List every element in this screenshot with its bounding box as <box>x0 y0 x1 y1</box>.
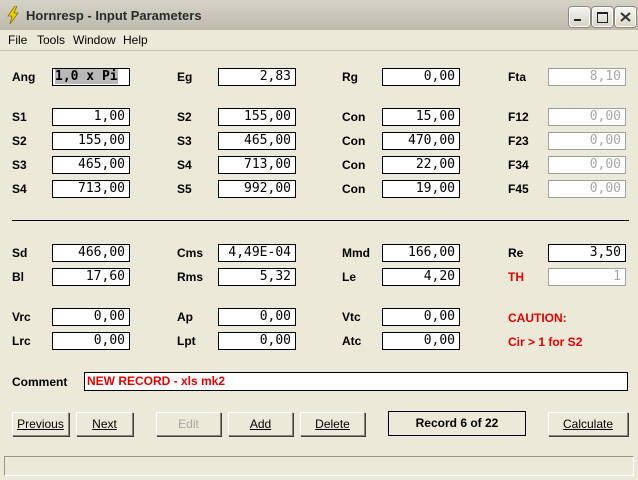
menu-bar: File Tools Window Help <box>0 30 638 51</box>
param-label-s5: S5 <box>177 182 192 196</box>
param-field-con[interactable]: 22,00 <box>382 156 460 174</box>
comment-field[interactable]: NEW RECORD - xls mk2 <box>84 372 628 391</box>
add-button[interactable]: Add <box>228 412 293 436</box>
param-label-s2: S2 <box>12 134 27 148</box>
param-field-s4[interactable]: 713,00 <box>52 180 130 198</box>
param-field-fta[interactable]: 8,10 <box>548 68 626 86</box>
status-bar <box>4 456 634 476</box>
lightning-bolt-icon <box>7 6 19 24</box>
param-label-cms: Cms <box>177 246 204 260</box>
menu-help[interactable]: Help <box>123 33 148 47</box>
param-field-atc[interactable]: 0,00 <box>382 332 460 350</box>
next-button[interactable]: Next <box>76 412 133 436</box>
param-field-f23[interactable]: 0,00 <box>548 132 626 150</box>
param-label-s4: S4 <box>177 158 192 172</box>
menu-file[interactable]: File <box>8 33 27 47</box>
param-field-bl[interactable]: 17,60 <box>52 268 130 286</box>
calculate-button[interactable]: Calculate <box>548 412 628 436</box>
param-label-f12: F12 <box>508 110 529 124</box>
param-field-re[interactable]: 3,50 <box>548 244 626 262</box>
param-field-s5[interactable]: 992,00 <box>218 180 296 198</box>
param-field-con[interactable]: 15,00 <box>382 108 460 126</box>
param-field-vtc[interactable]: 0,00 <box>382 308 460 326</box>
param-label-s4: S4 <box>12 182 27 196</box>
param-label-f23: F23 <box>508 134 529 148</box>
param-field-le[interactable]: 4,20 <box>382 268 460 286</box>
param-field-s1[interactable]: 1,00 <box>52 108 130 126</box>
param-field-selected-text: 1,0 x Pi <box>55 69 118 84</box>
param-label-f45: F45 <box>508 182 529 196</box>
param-field-lpt[interactable]: 0,00 <box>218 332 296 350</box>
previous-button[interactable]: Previous <box>12 412 69 436</box>
param-field-ang[interactable]: 1,0 x Pi <box>52 68 130 86</box>
param-field-f34[interactable]: 0,00 <box>548 156 626 174</box>
param-field-s4[interactable]: 713,00 <box>218 156 296 174</box>
param-label-con: Con <box>342 158 366 172</box>
param-label-bl: Bl <box>12 270 24 284</box>
param-label-f34: F34 <box>508 158 529 172</box>
menu-window[interactable]: Window <box>73 33 116 47</box>
edit-button[interactable]: Edit <box>156 412 221 436</box>
title-bar: Hornresp - Input Parameters <box>0 0 638 31</box>
param-field-mmd[interactable]: 166,00 <box>382 244 460 262</box>
param-field-eg[interactable]: 2,83 <box>218 68 296 86</box>
param-label-s1: S1 <box>12 110 27 124</box>
param-field-s2[interactable]: 155,00 <box>218 108 296 126</box>
close-button[interactable] <box>615 7 636 27</box>
section-divider <box>12 220 629 221</box>
param-label-eg: Eg <box>177 70 193 84</box>
param-label-con: Con <box>342 182 366 196</box>
param-label-con: Con <box>342 134 366 148</box>
param-label-vrc: Vrc <box>12 310 31 324</box>
param-label-le: Le <box>342 270 357 284</box>
maximize-button[interactable] <box>592 7 613 27</box>
param-label-s2: S2 <box>177 110 192 124</box>
param-field-sd[interactable]: 466,00 <box>52 244 130 262</box>
maximize-icon <box>597 12 608 23</box>
delete-button[interactable]: Delete <box>300 412 365 436</box>
param-field-s2[interactable]: 155,00 <box>52 132 130 150</box>
param-label-rg: Rg <box>342 70 358 84</box>
caution-message: Cir > 1 for S2 <box>508 335 583 349</box>
param-field-th[interactable]: 1 <box>548 268 626 286</box>
param-field-con[interactable]: 470,00 <box>382 132 460 150</box>
close-icon <box>620 12 631 22</box>
param-label-lpt: Lpt <box>177 334 196 348</box>
param-field-lrc[interactable]: 0,00 <box>52 332 130 350</box>
param-label-mmd: Mmd <box>342 246 370 260</box>
param-label-rms: Rms <box>177 270 204 284</box>
param-label-sd: Sd <box>12 246 28 260</box>
param-field-f45[interactable]: 0,00 <box>548 180 626 198</box>
window-title: Hornresp - Input Parameters <box>26 8 202 23</box>
param-label-s3: S3 <box>177 134 192 148</box>
minimize-icon <box>574 19 581 21</box>
param-field-rg[interactable]: 0,00 <box>382 68 460 86</box>
param-field-rms[interactable]: 5,32 <box>218 268 296 286</box>
param-label-ap: Ap <box>177 310 193 324</box>
param-label-con: Con <box>342 110 366 124</box>
param-label-th: TH <box>508 270 524 284</box>
param-label-vtc: Vtc <box>342 310 361 324</box>
caution-title: CAUTION: <box>508 311 567 325</box>
record-indicator: Record 6 of 22 <box>388 411 526 436</box>
param-label-fta: Fta <box>508 70 526 84</box>
param-field-vrc[interactable]: 0,00 <box>52 308 130 326</box>
param-field-s3[interactable]: 465,00 <box>218 132 296 150</box>
minimize-button[interactable] <box>569 7 590 27</box>
param-field-cms[interactable]: 4,49E-04 <box>218 244 296 262</box>
param-label-lrc: Lrc <box>12 334 31 348</box>
menu-tools[interactable]: Tools <box>37 33 65 47</box>
param-label-atc: Atc <box>342 334 362 348</box>
param-field-ap[interactable]: 0,00 <box>218 308 296 326</box>
comment-label: Comment <box>12 375 68 389</box>
param-field-s3[interactable]: 465,00 <box>52 156 130 174</box>
param-label-ang: Ang <box>12 70 36 84</box>
param-field-con[interactable]: 19,00 <box>382 180 460 198</box>
param-field-f12[interactable]: 0,00 <box>548 108 626 126</box>
param-label-s3: S3 <box>12 158 27 172</box>
param-label-re: Re <box>508 246 524 260</box>
